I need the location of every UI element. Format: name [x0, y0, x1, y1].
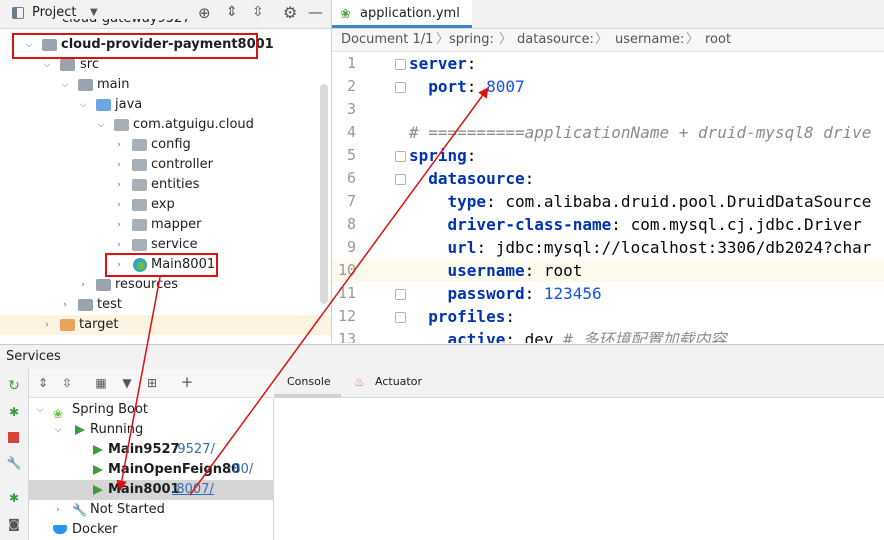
annotation-arrow-to-service [116, 276, 161, 492]
annotation-arrow-to-port [189, 87, 489, 496]
annotation-arrows [116, 87, 489, 496]
